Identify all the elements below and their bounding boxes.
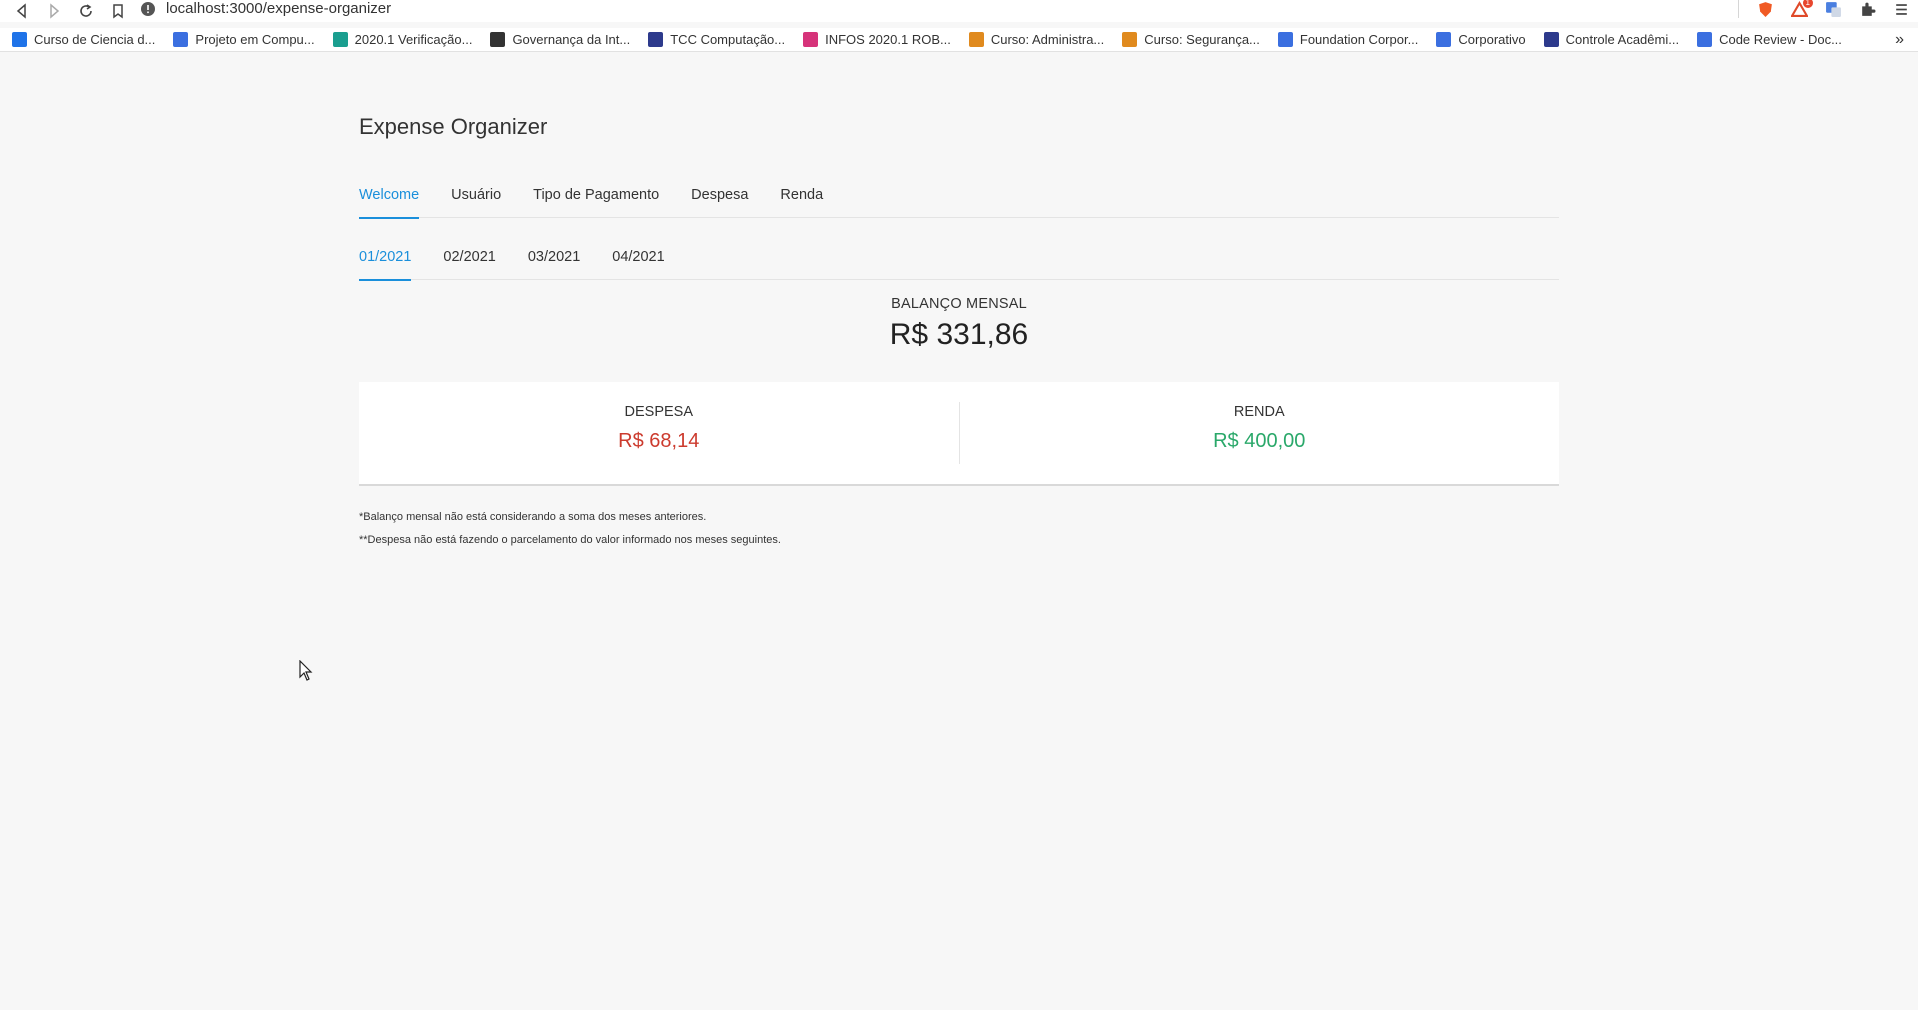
bookmark-item[interactable]: Governança da Int...: [490, 32, 630, 47]
bookmark-item[interactable]: INFOS 2020.1 ROB...: [803, 32, 951, 47]
back-icon: [16, 3, 26, 19]
expense-summary: DESPESA R$ 68,14: [359, 382, 959, 484]
bookmark-label: Corporativo: [1458, 32, 1526, 47]
tab-welcome[interactable]: Welcome: [359, 180, 420, 219]
bookmark-page-button[interactable]: [102, 0, 134, 22]
bookmark-item[interactable]: TCC Computação...: [648, 32, 785, 47]
expense-organizer-app: Expense Organizer Welcome Usuário Tipo de …: [359, 110, 1559, 546]
bookmark-favicon-icon: [1543, 32, 1559, 47]
page-title: Expense Organizer: [359, 114, 548, 139]
bookmark-item[interactable]: Foundation Corpor...: [1277, 32, 1419, 47]
bookmark-label: Governança da Int...: [512, 32, 631, 47]
translate-button[interactable]: [1816, 0, 1850, 18]
shield-icon: [1758, 1, 1772, 17]
bookmark-favicon-icon: [1697, 32, 1713, 47]
bookmark-favicon-icon: [1277, 32, 1293, 47]
income-value: R$ 400,00: [1213, 430, 1306, 452]
bookmark-item[interactable]: Curso de Ciencia d...: [12, 32, 155, 47]
bookmark-icon: [113, 4, 123, 19]
bookmark-item[interactable]: Code Review - Doc...: [1697, 32, 1842, 47]
back-button[interactable]: [6, 0, 38, 22]
footnote: **Despesa não está fazendo o parcelament…: [359, 534, 781, 546]
hamburger-icon: [1895, 3, 1907, 15]
brave-shield-button[interactable]: [1748, 0, 1782, 18]
bookmark-favicon-icon: [12, 32, 27, 47]
income-label: RENDA: [1233, 404, 1285, 420]
tab-usuario[interactable]: Usuário: [451, 180, 501, 218]
bookmark-favicon-icon: [332, 32, 348, 47]
translate-icon: [1825, 1, 1841, 17]
bookmark-item[interactable]: Curso: Administra...: [968, 32, 1105, 47]
bookmarks-bar: Curso de Ciencia d... Projeto em Compu...…: [0, 28, 1918, 52]
footnote: *Balanço mensal não está considerando a …: [359, 511, 707, 523]
address-bar[interactable]: localhost:3000/expense-organizer: [140, 0, 1738, 17]
bookmark-label: INFOS 2020.1 ROB...: [825, 32, 951, 47]
puzzle-icon: [1861, 2, 1875, 16]
bookmark-label: Foundation Corpor...: [1299, 32, 1419, 47]
balance-label: BALANÇO MENSAL: [891, 296, 1027, 312]
bookmark-label: Curso: Administra...: [990, 32, 1105, 47]
month-tab[interactable]: 03/2021: [528, 242, 580, 280]
url-text: localhost:3000/expense-organizer: [166, 0, 392, 17]
bookmark-item[interactable]: Curso: Segurança...: [1122, 32, 1260, 47]
bookmark-label: Code Review - Doc...: [1719, 32, 1842, 47]
bookmark-label: TCC Computação...: [670, 32, 786, 47]
bookmark-favicon-icon: [490, 32, 506, 47]
month-tab[interactable]: 01/2021: [359, 242, 412, 281]
expense-value: R$ 68,14: [618, 430, 700, 452]
bookmark-favicon-icon: [648, 32, 664, 47]
tab-tipo-de-pagamento[interactable]: Tipo de Pagamento: [533, 180, 659, 218]
footnotes: *Balanço mensal não está considerando a …: [359, 506, 1559, 552]
toolbar-separator: [1738, 0, 1739, 18]
mouse-cursor-icon: [299, 660, 313, 681]
income-summary: RENDA R$ 400,00: [960, 382, 1560, 484]
menu-button[interactable]: [1884, 0, 1918, 18]
forward-icon: [50, 3, 60, 19]
main-tabs: Welcome Usuário Tipo de Pagamento Despesa Re…: [359, 180, 1559, 219]
extension-icons: 1: [1748, 0, 1918, 18]
bookmark-item[interactable]: Corporativo: [1436, 32, 1526, 47]
monthly-balance: BALANÇO MENSAL R$ 331,86: [359, 296, 1559, 352]
month-tab[interactable]: 02/2021: [443, 242, 495, 280]
month-tab[interactable]: 04/2021: [612, 242, 664, 280]
bookmark-label: Controle Acadêmi...: [1565, 32, 1680, 47]
balance-value: R$ 331,86: [889, 318, 1029, 351]
bookmark-favicon-icon: [1436, 32, 1452, 47]
summary-card: DESPESA R$ 68,14 RENDA R$ 400,00: [359, 382, 1559, 486]
tab-renda[interactable]: Renda: [780, 180, 823, 218]
brave-rewards-button[interactable]: 1: [1782, 0, 1816, 18]
bookmark-favicon-icon: [968, 32, 984, 47]
reload-button[interactable]: [70, 0, 102, 22]
bookmark-favicon-icon: [803, 32, 819, 47]
extensions-button[interactable]: [1850, 0, 1884, 18]
bookmark-item[interactable]: 2020.1 Verificação...: [332, 32, 473, 47]
reload-icon: [80, 4, 92, 17]
bookmark-label: Curso de Ciencia d...: [34, 32, 156, 47]
info-icon: [141, 1, 155, 16]
forward-button[interactable]: [38, 0, 70, 22]
bookmark-item[interactable]: Projeto em Compu...: [173, 32, 315, 47]
bookmarks-more-button[interactable]: »: [1895, 31, 1904, 49]
rewards-badge: 1: [1802, 0, 1813, 8]
bookmark-item[interactable]: Controle Acadêmi...: [1543, 32, 1680, 47]
expense-label: DESPESA: [624, 404, 694, 420]
bookmark-label: Projeto em Compu...: [195, 32, 315, 47]
bookmark-favicon-icon: [173, 32, 189, 47]
month-tabs: 01/2021 02/2021 03/2021 04/2021: [359, 242, 1559, 281]
bookmark-label: 2020.1 Verificação...: [354, 32, 473, 47]
bookmark-favicon-icon: [1122, 32, 1138, 47]
tab-despesa[interactable]: Despesa: [691, 180, 748, 218]
bookmark-label: Curso: Segurança...: [1144, 32, 1260, 47]
